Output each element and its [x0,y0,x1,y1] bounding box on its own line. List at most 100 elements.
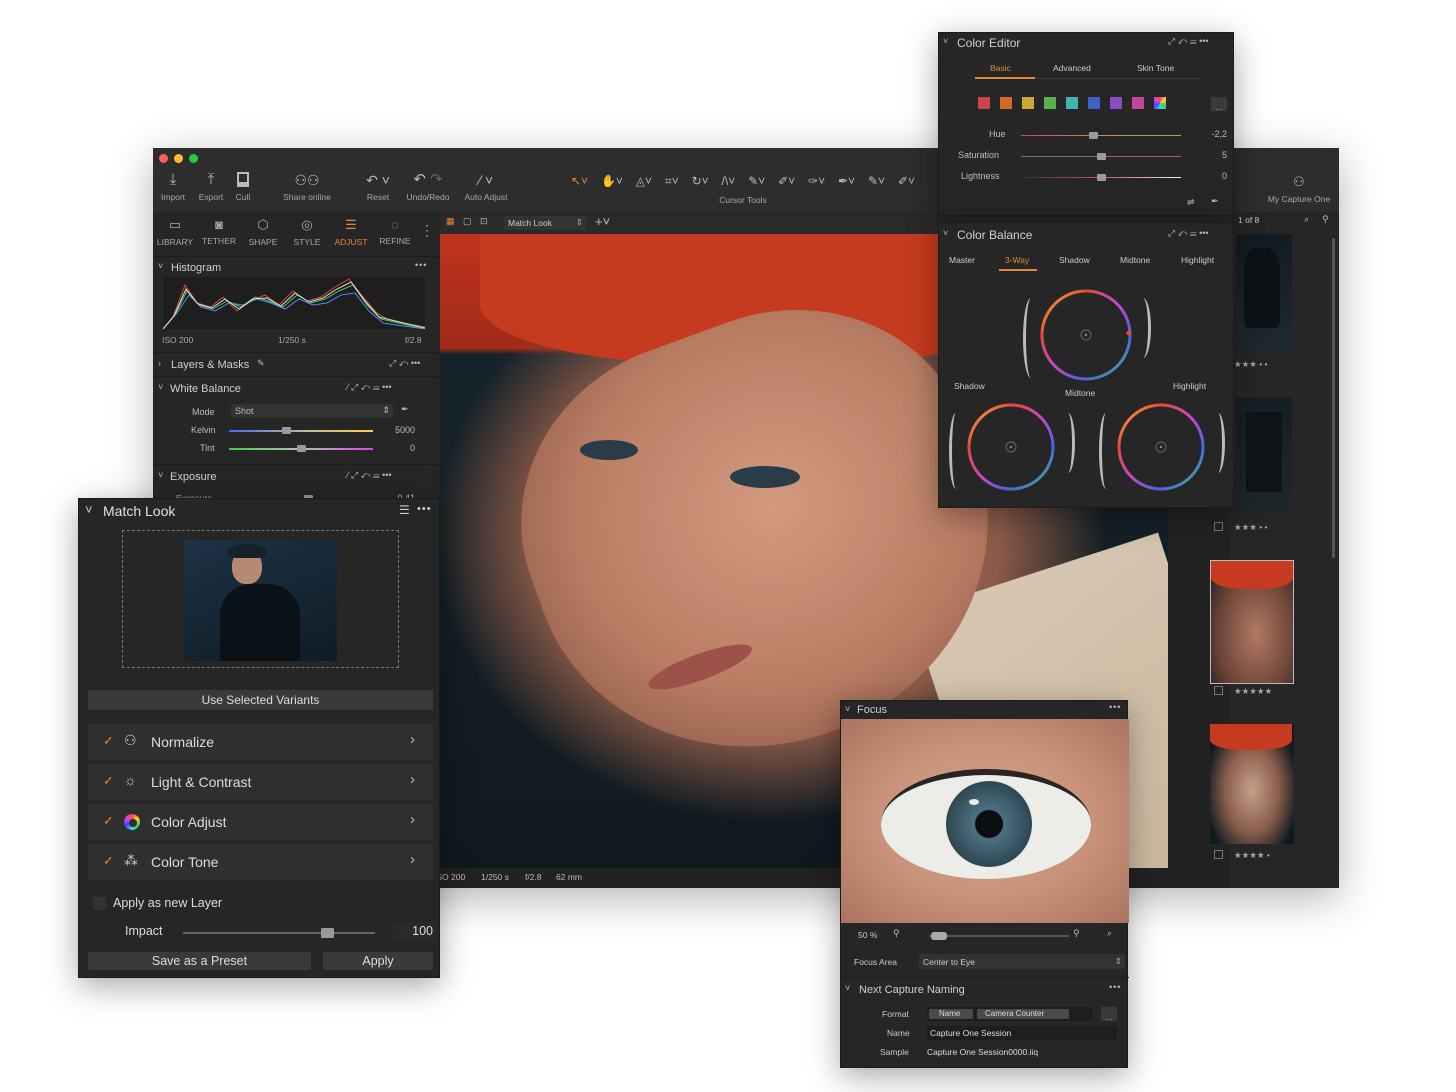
thumbnail-rating[interactable]: ★★★★ • [1234,850,1270,861]
saturation-slider[interactable] [1021,153,1181,160]
more-colors-button[interactable]: ... [1211,97,1227,112]
chevron-down-icon[interactable]: ˅ [85,502,93,517]
grid-view-icon[interactable]: ▦ [446,216,455,227]
menu-icon[interactable]: ☰ [399,503,410,517]
tool-actions-icons[interactable]: ⤢ ↶ ••• [389,358,420,369]
tint-knob[interactable] [296,445,306,452]
chevron-down-icon[interactable]: ˅ [158,470,163,480]
name-field[interactable]: Capture One Session [927,1026,1117,1040]
format-more-button[interactable]: ... [1101,1007,1117,1022]
check-icon[interactable]: ✓ [103,773,114,789]
picker-icon[interactable]: ✒ [1211,196,1219,207]
thumbnail-checkbox[interactable] [1214,522,1223,531]
lightness-knob[interactable] [1096,174,1106,181]
focus-zoom-slider[interactable] [929,932,1069,940]
saturation-knob[interactable] [1096,153,1106,160]
chevron-down-icon[interactable]: ˅ [845,704,850,714]
reset-button[interactable]: ↶ ˅ Reset [363,172,393,202]
shadow-wheel[interactable] [963,399,1059,495]
tab-master[interactable]: Master [949,255,975,265]
swatch-magenta[interactable] [1132,97,1144,109]
spot-cursor-icon[interactable]: ✎˅ [748,174,765,189]
wb-picker-cursor-icon[interactable]: ✎˅ [868,174,885,189]
hue-value[interactable]: -2,2 [1193,129,1227,139]
thumbnail-checkbox[interactable] [1214,850,1223,859]
thumbnail-rating[interactable]: ★★★ • • [1234,359,1268,370]
swatch-all[interactable] [1154,97,1166,109]
shadow-arc-right[interactable] [1061,413,1075,473]
compare-view-icon[interactable]: ⊡ [480,216,488,227]
kelvin-knob[interactable] [282,427,292,434]
more-icon[interactable]: ••• [415,260,427,270]
impact-value-field[interactable]: 100 [393,922,435,940]
mode-select[interactable]: Shot ⇕ [231,404,393,418]
format-field[interactable]: Name Camera Counter [927,1007,1093,1021]
option-color-adjust[interactable]: ✓ Color Adjust › [88,804,433,840]
use-selected-variants-button[interactable]: Use Selected Variants [88,690,433,710]
tab-shadow[interactable]: Shadow [1059,255,1090,265]
reference-drop-zone[interactable] [122,530,399,668]
search-icon[interactable]: ⌕ [1304,214,1309,225]
tab-style[interactable]: ◎ STYLE [285,212,329,254]
kelvin-value[interactable]: 5000 [381,425,415,435]
tab-advanced[interactable]: Advanced [1053,63,1091,73]
single-view-icon[interactable]: ▢ [463,216,472,227]
pan-cursor-icon[interactable]: ✋˅ [601,174,623,189]
tool-actions-icons[interactable]: ⤢ ↶ ☰ ••• [1168,36,1209,47]
match-look-select[interactable]: Match Look ⇕ [504,216,586,230]
chevron-down-icon[interactable]: ˅ [158,382,163,392]
keystone-cursor-icon[interactable]: /\˅ [722,174,736,189]
add-icon[interactable]: +˅ [595,214,610,229]
adjust-icon[interactable]: ⇌ [1187,197,1195,208]
lightness-slider[interactable] [1021,174,1181,181]
thumbnail[interactable] [1236,234,1292,354]
tool-actions-icons[interactable]: ⁄ ⤢ ↶ ☰ ••• [347,470,392,481]
export-button[interactable]: ⤒ Export [193,172,229,203]
thumbnail-rating[interactable]: ★★★ • • [1234,522,1268,533]
straighten-cursor-icon[interactable]: ↻˅ [692,174,709,189]
mask-cursor-icon[interactable]: ✑˅ [808,174,825,189]
annotate-cursor-icon[interactable]: ✐˅ [898,174,915,189]
thumbnail-rating[interactable]: ★★★★★ [1234,686,1272,697]
brush-cursor-icon[interactable]: ✐˅ [778,174,795,189]
cull-button[interactable]: Cull [231,172,255,202]
highlight-arc-right[interactable] [1211,413,1225,473]
minimize-window-button[interactable] [174,154,183,163]
swatch-orange[interactable] [1000,97,1012,109]
chevron-down-icon[interactable]: ˅ [845,983,850,993]
check-icon[interactable]: ✓ [103,813,114,829]
hue-slider[interactable] [1021,132,1181,139]
close-window-button[interactable] [159,154,168,163]
focus-area-select[interactable]: Center to Eye ⇕ [919,954,1125,969]
crop-cursor-icon[interactable]: ⌗˅ [665,174,679,189]
more-icon[interactable]: ••• [417,503,432,515]
tab-refine[interactable]: ◌ REFINE [373,212,417,254]
zoom-icon[interactable]: ⚲ [1322,214,1329,225]
midtone-arc-right[interactable] [1135,298,1151,358]
focus-zoom-knob[interactable] [931,932,947,940]
undo-redo-button[interactable]: ↶ ↷ Undo/Redo [403,172,453,203]
thumbnail-checkbox[interactable] [1214,686,1223,695]
chevron-down-icon[interactable]: ˅ [943,228,948,238]
auto-adjust-button[interactable]: ⁄ ˅ Auto Adjust [461,172,511,202]
thumbnail[interactable] [1236,398,1292,518]
tab-highlight[interactable]: Highlight [1181,255,1214,265]
tool-actions-icons[interactable]: ⁄ ⤢ ↶ ☰ ••• [347,382,392,393]
swatch-blue[interactable] [1088,97,1100,109]
option-light-contrast[interactable]: ✓ ☼ Light & Contrast › [88,764,433,800]
tab-tether[interactable]: ◙ TETHER [197,212,241,254]
tab-3-way[interactable]: 3-Way [1005,255,1029,265]
tab-midtone[interactable]: Midtone [1120,255,1150,265]
zoom-in-icon[interactable]: ⚲ [1073,928,1080,939]
chevron-right-icon[interactable]: › [158,358,161,368]
share-online-button[interactable]: ⚇⚇ Share online [277,172,337,202]
picker-cursor-icon[interactable]: ✒˅ [838,174,855,189]
chevron-down-icon[interactable]: ˅ [158,261,163,271]
tint-slider[interactable] [229,445,373,452]
swatch-yellow[interactable] [1022,97,1034,109]
thumbnail[interactable] [1210,724,1294,844]
swatch-green[interactable] [1044,97,1056,109]
option-normalize[interactable]: ✓ ⚇ Normalize › [88,724,433,760]
picker-icon[interactable]: ✒ [401,404,409,415]
lightness-value[interactable]: 0 [1193,171,1227,181]
